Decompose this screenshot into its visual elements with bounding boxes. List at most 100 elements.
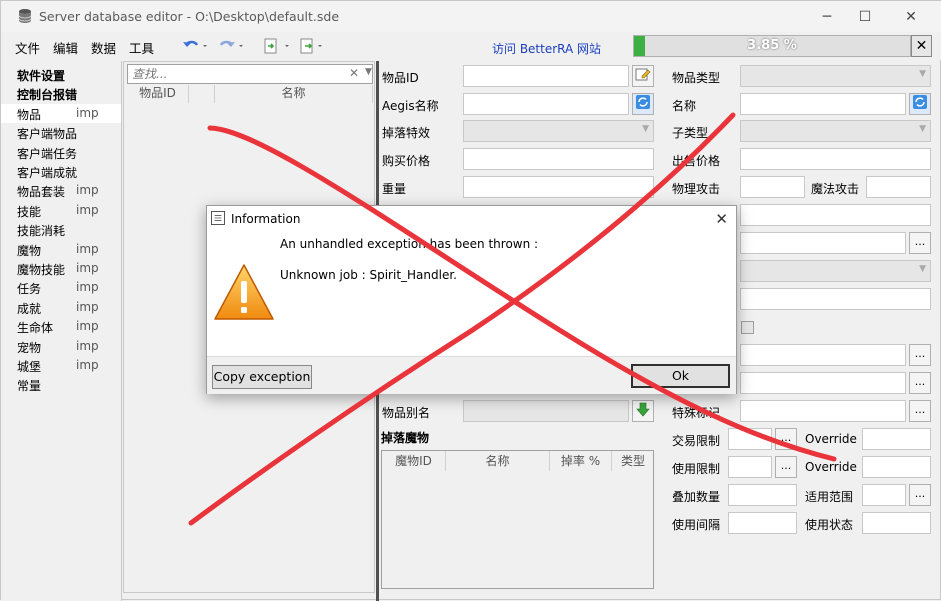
sidebar-item-label: 客户端成就: [17, 166, 78, 180]
trade-limit-field[interactable]: [728, 428, 772, 450]
sidebar-item[interactable]: 物品 imp: [1, 103, 121, 123]
sidebar-item-imp[interactable]: imp: [76, 203, 99, 217]
menu-edit[interactable]: 编辑: [53, 38, 78, 57]
form-select[interactable]: ▼: [740, 260, 931, 282]
sidebar-item-imp[interactable]: imp: [76, 358, 99, 372]
copy-exception-button[interactable]: Copy exception: [212, 365, 312, 389]
name-field[interactable]: [740, 93, 906, 115]
sidebar-item[interactable]: 客户端物品: [1, 123, 121, 142]
sidebar-item[interactable]: 软件设置: [1, 65, 121, 84]
trade-limit-browse-button[interactable]: ...: [775, 428, 797, 450]
use-interval-field[interactable]: [728, 512, 797, 534]
menu-tools[interactable]: 工具: [129, 38, 154, 57]
sidebar-item[interactable]: 魔物技能 imp: [1, 259, 121, 278]
ok-button[interactable]: Ok: [631, 364, 730, 388]
special-flag-browse-button[interactable]: ...: [909, 400, 931, 422]
item-alias-field[interactable]: [463, 400, 629, 422]
browse-button[interactable]: ...: [909, 372, 931, 394]
column-monster-id[interactable]: 魔物ID: [382, 451, 446, 471]
export-icon: [300, 38, 322, 54]
label-item-alias: 物品别名: [382, 406, 431, 420]
use-state-field[interactable]: [862, 512, 931, 534]
sidebar-item[interactable]: 物品套装 imp: [1, 181, 121, 200]
sidebar-item[interactable]: 宠物 imp: [1, 337, 121, 356]
label-name: 名称: [672, 99, 697, 113]
refresh-icon: [913, 95, 927, 109]
sidebar-item[interactable]: 客户端成就: [1, 162, 121, 181]
form-checkbox[interactable]: [741, 321, 754, 334]
apply-range-browse-button[interactable]: ...: [909, 484, 931, 506]
sidebar-item[interactable]: 客户端任务: [1, 143, 121, 162]
import-button[interactable]: [263, 37, 293, 55]
weight-field[interactable]: [463, 176, 654, 198]
sidebar-item[interactable]: 生命体 imp: [1, 317, 121, 336]
sidebar-item[interactable]: 控制台报错: [1, 84, 121, 103]
menu-file[interactable]: 文件: [15, 38, 40, 57]
column-drop-rate[interactable]: 掉率 %: [550, 451, 612, 471]
trade-override-field[interactable]: [862, 428, 931, 450]
use-override-field[interactable]: [862, 456, 931, 478]
dialog-close-icon[interactable]: ✕: [715, 210, 728, 228]
form-field[interactable]: [740, 288, 931, 310]
sidebar-item[interactable]: 成就 imp: [1, 298, 121, 317]
undo-button[interactable]: [182, 37, 208, 55]
item-id-field[interactable]: [463, 65, 629, 87]
item-type-select[interactable]: ▼: [740, 65, 931, 87]
column-monster-name[interactable]: 名称: [446, 451, 550, 471]
form-field[interactable]: [740, 204, 931, 226]
refresh-name-button[interactable]: [909, 93, 931, 115]
form-field[interactable]: [740, 372, 906, 394]
drop-effect-select[interactable]: ▼: [463, 120, 654, 142]
edit-id-button[interactable]: [632, 65, 654, 87]
phys-attack-field[interactable]: [740, 176, 805, 198]
column-drop-type[interactable]: 类型: [612, 451, 654, 471]
aegis-name-field[interactable]: [463, 93, 629, 115]
sidebar-item-imp[interactable]: imp: [76, 242, 99, 256]
use-limit-browse-button[interactable]: ...: [775, 456, 797, 478]
column-item-id[interactable]: 物品ID: [127, 85, 189, 103]
drop-monster-table[interactable]: 魔物ID 名称 掉率 % 类型: [381, 450, 654, 589]
sidebar-item[interactable]: 魔物 imp: [1, 240, 121, 259]
search-dropdown-icon[interactable]: ▼: [365, 67, 372, 77]
label-override-use: Override: [805, 460, 857, 474]
progress-cancel-button[interactable]: ✕: [911, 35, 932, 57]
sidebar-item-imp[interactable]: imp: [76, 339, 99, 353]
apply-range-field[interactable]: [862, 484, 906, 506]
menu-data[interactable]: 数据: [91, 38, 116, 57]
magic-attack-field[interactable]: [866, 176, 931, 198]
browse-button[interactable]: ...: [909, 344, 931, 366]
close-window-button[interactable]: ✕: [888, 1, 934, 32]
browse-button[interactable]: ...: [909, 232, 931, 254]
sidebar-item[interactable]: 技能消耗: [1, 220, 121, 239]
sidebar-item-imp[interactable]: imp: [76, 183, 99, 197]
maximize-button[interactable]: ☐: [842, 1, 888, 32]
refresh-aegis-button[interactable]: [632, 93, 654, 115]
export-button[interactable]: [299, 37, 329, 55]
sidebar-item-imp[interactable]: imp: [76, 300, 99, 314]
clear-search-icon[interactable]: ✕: [349, 66, 359, 80]
special-flag-field[interactable]: [740, 400, 906, 422]
buy-price-field[interactable]: [463, 148, 654, 170]
search-input[interactable]: [128, 65, 328, 83]
sell-price-field[interactable]: [740, 148, 931, 170]
sidebar-item[interactable]: 技能 imp: [1, 201, 121, 220]
sidebar-item[interactable]: 城堡 imp: [1, 356, 121, 375]
sidebar-item-imp[interactable]: imp: [76, 106, 99, 120]
sidebar-item-imp[interactable]: imp: [76, 261, 99, 275]
form-field[interactable]: [740, 344, 906, 366]
column-name[interactable]: 名称: [215, 85, 373, 103]
stack-count-field[interactable]: [728, 484, 797, 506]
progress-text: 3.85 %: [747, 38, 797, 53]
use-limit-field[interactable]: [728, 456, 772, 478]
sidebar-item[interactable]: 常量: [1, 375, 121, 394]
form-field[interactable]: [740, 232, 906, 254]
sidebar-item-imp[interactable]: imp: [76, 280, 99, 294]
redo-button[interactable]: [217, 37, 245, 55]
sidebar-item-label: 生命体: [17, 321, 54, 336]
alias-download-button[interactable]: [632, 400, 654, 422]
betterra-link[interactable]: 访问 BetterRA 网站: [492, 40, 601, 57]
sub-type-select[interactable]: ▼: [740, 120, 931, 142]
sidebar-item[interactable]: 任务 imp: [1, 278, 121, 297]
sidebar-item-imp[interactable]: imp: [76, 319, 99, 333]
information-dialog: Information ✕ An unhandled exception has…: [206, 205, 737, 394]
